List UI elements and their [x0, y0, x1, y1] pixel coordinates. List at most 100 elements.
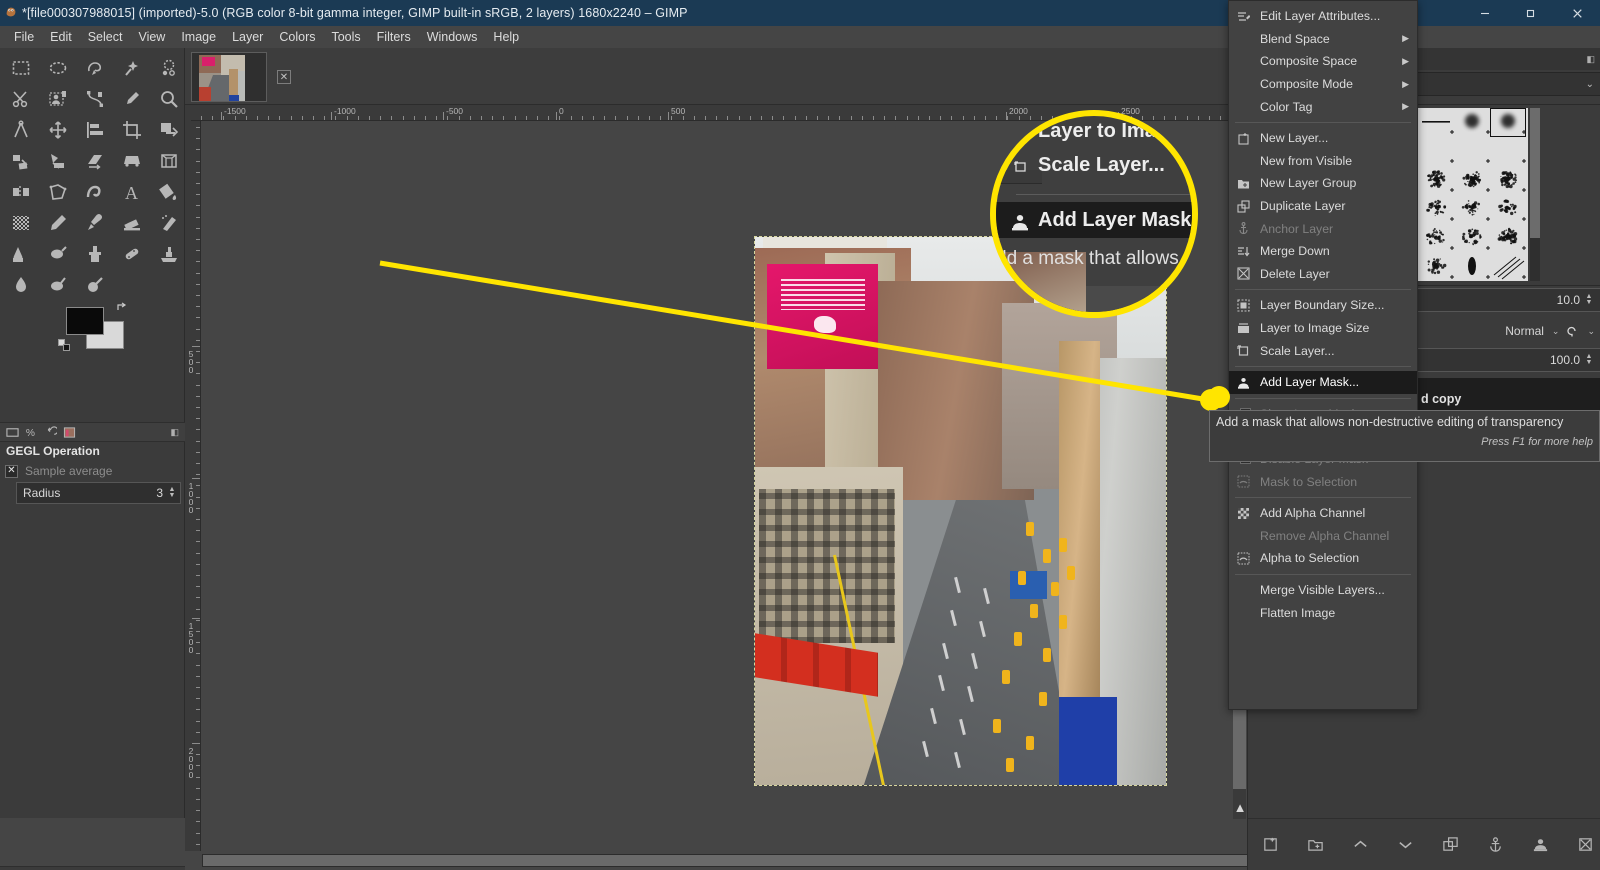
menu-filters[interactable]: Filters [369, 28, 419, 46]
mode-switch-selector[interactable]: ⌄ [1565, 320, 1595, 342]
perspective-icon[interactable] [113, 145, 150, 176]
brush-cell[interactable] [1454, 108, 1490, 137]
menu-item-composite-space[interactable]: Composite Space ▶ [1229, 50, 1417, 73]
rect-select-icon[interactable] [2, 52, 39, 83]
menu-item-duplicate-layer[interactable]: Duplicate Layer [1229, 195, 1417, 218]
gradient-icon[interactable] [2, 207, 39, 238]
horizontal-scrollbar[interactable] [202, 854, 1414, 867]
brush-cell[interactable] [1490, 137, 1526, 166]
close-button[interactable] [1554, 0, 1600, 26]
swap-colors-icon[interactable] [116, 300, 128, 312]
images-tab[interactable] [60, 423, 79, 441]
brush-grid-scrollbar[interactable] [1530, 108, 1540, 281]
flip-icon[interactable] [2, 176, 39, 207]
brush-grid-scrollbar-thumb[interactable] [1530, 108, 1540, 238]
move-icon[interactable] [39, 114, 76, 145]
close-image-tab-icon[interactable]: ✕ [277, 70, 291, 84]
brush-cell[interactable] [1418, 166, 1454, 195]
brush-cell[interactable] [1490, 195, 1526, 224]
minimize-button[interactable] [1462, 0, 1508, 26]
add-layer-mask-icon[interactable] [1532, 836, 1549, 853]
brush-cell[interactable] [1454, 137, 1490, 166]
opacity-field[interactable]: 100.0 ▲ ▼ [1411, 348, 1600, 372]
menu-item-merge-down[interactable]: Merge Down [1229, 240, 1417, 263]
opacity-value[interactable]: 100.0 [1550, 353, 1580, 367]
transform-icon[interactable] [150, 114, 187, 145]
brush-cell[interactable] [1418, 253, 1454, 281]
pencil-icon[interactable] [39, 207, 76, 238]
menu-layer[interactable]: Layer [224, 28, 271, 46]
unified-transform-icon[interactable] [2, 145, 39, 176]
brush-size-stepper[interactable]: ▲ ▼ [1583, 294, 1595, 306]
anchor-layer-icon[interactable] [1487, 836, 1504, 853]
menu-file[interactable]: File [6, 28, 42, 46]
brush-cell[interactable] [1490, 224, 1526, 253]
menu-item-new-layer[interactable]: New Layer... [1229, 127, 1417, 150]
menu-item-scale-layer[interactable]: Scale Layer... [1229, 339, 1417, 362]
raise-layer-icon[interactable] [1352, 836, 1369, 853]
brush-size-value[interactable]: 10.0 [1557, 293, 1580, 307]
select-by-color-icon[interactable] [150, 52, 187, 83]
crop-icon[interactable] [113, 114, 150, 145]
menu-windows[interactable]: Windows [419, 28, 486, 46]
menu-colors[interactable]: Colors [271, 28, 323, 46]
lower-layer-icon[interactable] [1397, 836, 1414, 853]
menu-item-merge-visible-layers[interactable]: Merge Visible Layers... [1229, 579, 1417, 602]
sample-average-row[interactable]: ✕ Sample average [0, 462, 185, 480]
measure-icon[interactable] [2, 114, 39, 145]
brush-cell[interactable] [1454, 195, 1490, 224]
brush-cell[interactable] [1454, 166, 1490, 195]
heal-icon[interactable] [113, 238, 150, 269]
foreground-color-swatch[interactable] [66, 307, 104, 335]
brush-cell[interactable] [1418, 195, 1454, 224]
menu-item-blend-space[interactable]: Blend Space ▶ [1229, 28, 1417, 51]
radius-value[interactable]: 3 [156, 486, 166, 500]
paintbrush-icon[interactable] [76, 207, 113, 238]
layer-mode-selector[interactable]: Normal ⌄ [1505, 320, 1559, 342]
brush-cell[interactable] [1454, 224, 1490, 253]
text-icon[interactable]: A [113, 176, 150, 207]
menu-image[interactable]: Image [173, 28, 224, 46]
menu-item-layer-to-image-size[interactable]: Layer to Image Size [1229, 317, 1417, 340]
blur-sharpen-icon[interactable] [2, 269, 39, 300]
brush-cell[interactable] [1418, 224, 1454, 253]
shear-icon[interactable] [76, 145, 113, 176]
foreground-select-icon[interactable] [39, 83, 76, 114]
menu-item-flatten-image[interactable]: Flatten Image [1229, 601, 1417, 624]
color-area[interactable] [58, 300, 128, 352]
menu-item-add-alpha-channel[interactable]: Add Alpha Channel [1229, 502, 1417, 525]
right-dock-menu-icon[interactable]: ◧ [1586, 54, 1595, 65]
brush-cell[interactable] [1490, 166, 1526, 195]
image-tab[interactable] [191, 52, 267, 102]
menu-item-edit-layer-attributes[interactable]: Edit Layer Attributes... [1229, 5, 1417, 28]
undo-history-tab[interactable] [41, 423, 60, 441]
menu-item-add-layer-mask[interactable]: Add Layer Mask... [1229, 371, 1417, 394]
ink-icon[interactable] [2, 238, 39, 269]
menu-item-color-tag[interactable]: Color Tag ▶ [1229, 95, 1417, 118]
dodge-burn-icon[interactable] [76, 269, 113, 300]
menu-item-layer-boundary-size[interactable]: Layer Boundary Size... [1229, 294, 1417, 317]
delete-layer-icon[interactable] [1577, 836, 1594, 853]
menu-item-new-from-visible[interactable]: New from Visible [1229, 150, 1417, 173]
paths-icon[interactable] [76, 83, 113, 114]
brush-size-field[interactable]: 10.0 ▲ ▼ [1413, 288, 1600, 312]
menu-item-delete-layer[interactable]: Delete Layer [1229, 263, 1417, 286]
restore-button[interactable] [1508, 0, 1554, 26]
menu-item-alpha-to-selection[interactable]: Alpha to Selection [1229, 547, 1417, 570]
menu-help[interactable]: Help [485, 28, 527, 46]
radius-stepper[interactable]: ▲ ▼ [166, 487, 178, 499]
device-status-tab[interactable]: % [22, 423, 41, 441]
smudge-icon[interactable] [39, 269, 76, 300]
image-canvas[interactable] [755, 237, 1166, 785]
duplicate-layer-icon[interactable] [1442, 836, 1459, 853]
fuzzy-select-icon[interactable] [113, 52, 150, 83]
menu-edit[interactable]: Edit [42, 28, 80, 46]
brush-selector-header[interactable]: ⌄ [1413, 72, 1600, 96]
brush-grid[interactable] [1418, 108, 1528, 281]
brush-cell[interactable] [1418, 137, 1454, 166]
scissors-select-icon[interactable] [2, 83, 39, 114]
new-layer-icon[interactable] [1262, 836, 1279, 853]
opacity-stepper[interactable]: ▲ ▼ [1583, 354, 1595, 366]
brush-cell[interactable] [1490, 108, 1526, 137]
alignment-icon[interactable] [76, 114, 113, 145]
